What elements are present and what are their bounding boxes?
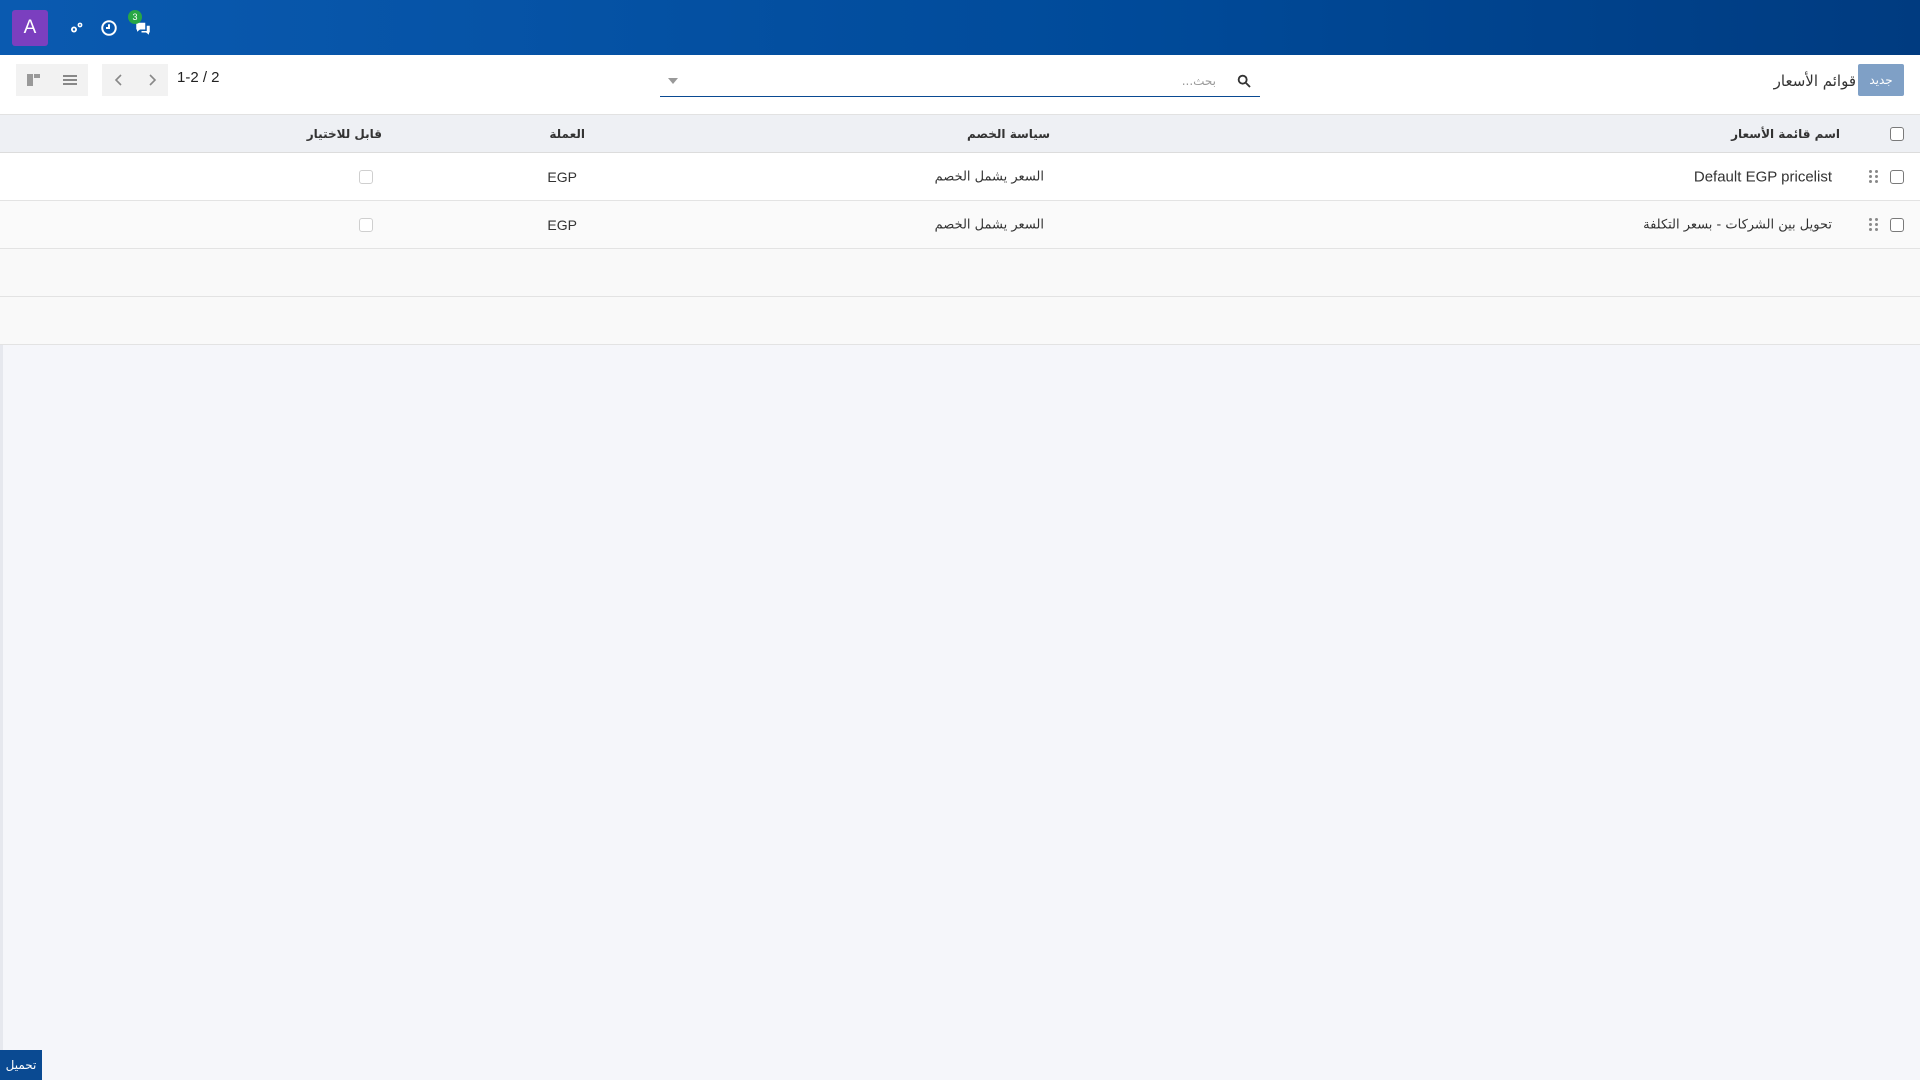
view-switcher: [16, 64, 88, 96]
row-discount: السعر يشمل الخصم: [934, 217, 1044, 232]
pager-previous-button[interactable]: [102, 64, 135, 96]
row-currency: EGP: [547, 216, 577, 233]
row-checkbox[interactable]: [1890, 217, 1904, 232]
row-name: تحويل بين الشركات - بسعر التكلفة: [1643, 217, 1832, 232]
chevron-right-icon: [148, 74, 156, 86]
user-avatar[interactable]: A: [12, 9, 48, 46]
search-icon: [1237, 74, 1251, 88]
pager-buttons: [102, 64, 168, 96]
header-currency[interactable]: العملة: [549, 127, 585, 141]
row-checkbox[interactable]: [1890, 169, 1904, 184]
list-icon: [63, 75, 77, 85]
chat-badge: 3: [128, 9, 142, 24]
table-row[interactable]: تحويل بين الشركات - بسعر التكلفة السعر ي…: [0, 201, 1920, 249]
header-name[interactable]: اسم قائمة الأسعار: [1731, 127, 1840, 141]
header-selectable[interactable]: قابل للاختيار: [307, 127, 382, 141]
drag-handle-icon[interactable]: [1868, 169, 1878, 184]
select-all-checkbox[interactable]: [1890, 126, 1904, 141]
clock-icon[interactable]: [96, 15, 122, 41]
empty-row: [0, 249, 1920, 297]
kanban-view-button[interactable]: [16, 64, 52, 96]
tools-icon[interactable]: [64, 15, 90, 41]
table-header: اسم قائمة الأسعار سياسة الخصم العملة قاب…: [0, 115, 1920, 153]
top-navbar: A 3: [0, 0, 1920, 55]
table-row[interactable]: Default EGP pricelist السعر يشمل الخصم E…: [0, 153, 1920, 201]
search-input[interactable]: [686, 69, 1216, 93]
pager-value[interactable]: 1-2 / 2: [177, 69, 220, 86]
row-name: Default EGP pricelist: [1693, 168, 1832, 185]
empty-row: [0, 297, 1920, 345]
page-title: قوائم الأسعار: [1773, 72, 1856, 90]
row-selectable-checkbox: [359, 169, 373, 184]
pricelist-table: اسم قائمة الأسعار سياسة الخصم العملة قاب…: [0, 115, 1920, 345]
chevron-left-icon: [114, 74, 122, 86]
drag-handle-icon[interactable]: [1868, 217, 1878, 232]
row-discount: السعر يشمل الخصم: [934, 169, 1044, 184]
load-button[interactable]: تحميل: [0, 1050, 42, 1080]
new-button[interactable]: جديد: [1858, 64, 1904, 96]
list-view-button[interactable]: [52, 64, 88, 96]
control-panel: جديد قوائم الأسعار 1-2 / 2: [0, 55, 1920, 115]
row-currency: EGP: [547, 168, 577, 185]
pager-next-button[interactable]: [135, 64, 168, 96]
chat-icon[interactable]: 3: [128, 9, 156, 41]
row-selectable-checkbox: [359, 217, 373, 232]
kanban-icon: [27, 74, 40, 86]
header-discount[interactable]: سياسة الخصم: [967, 127, 1050, 141]
search-bar: [660, 67, 1260, 97]
search-options-toggle[interactable]: [668, 78, 678, 84]
